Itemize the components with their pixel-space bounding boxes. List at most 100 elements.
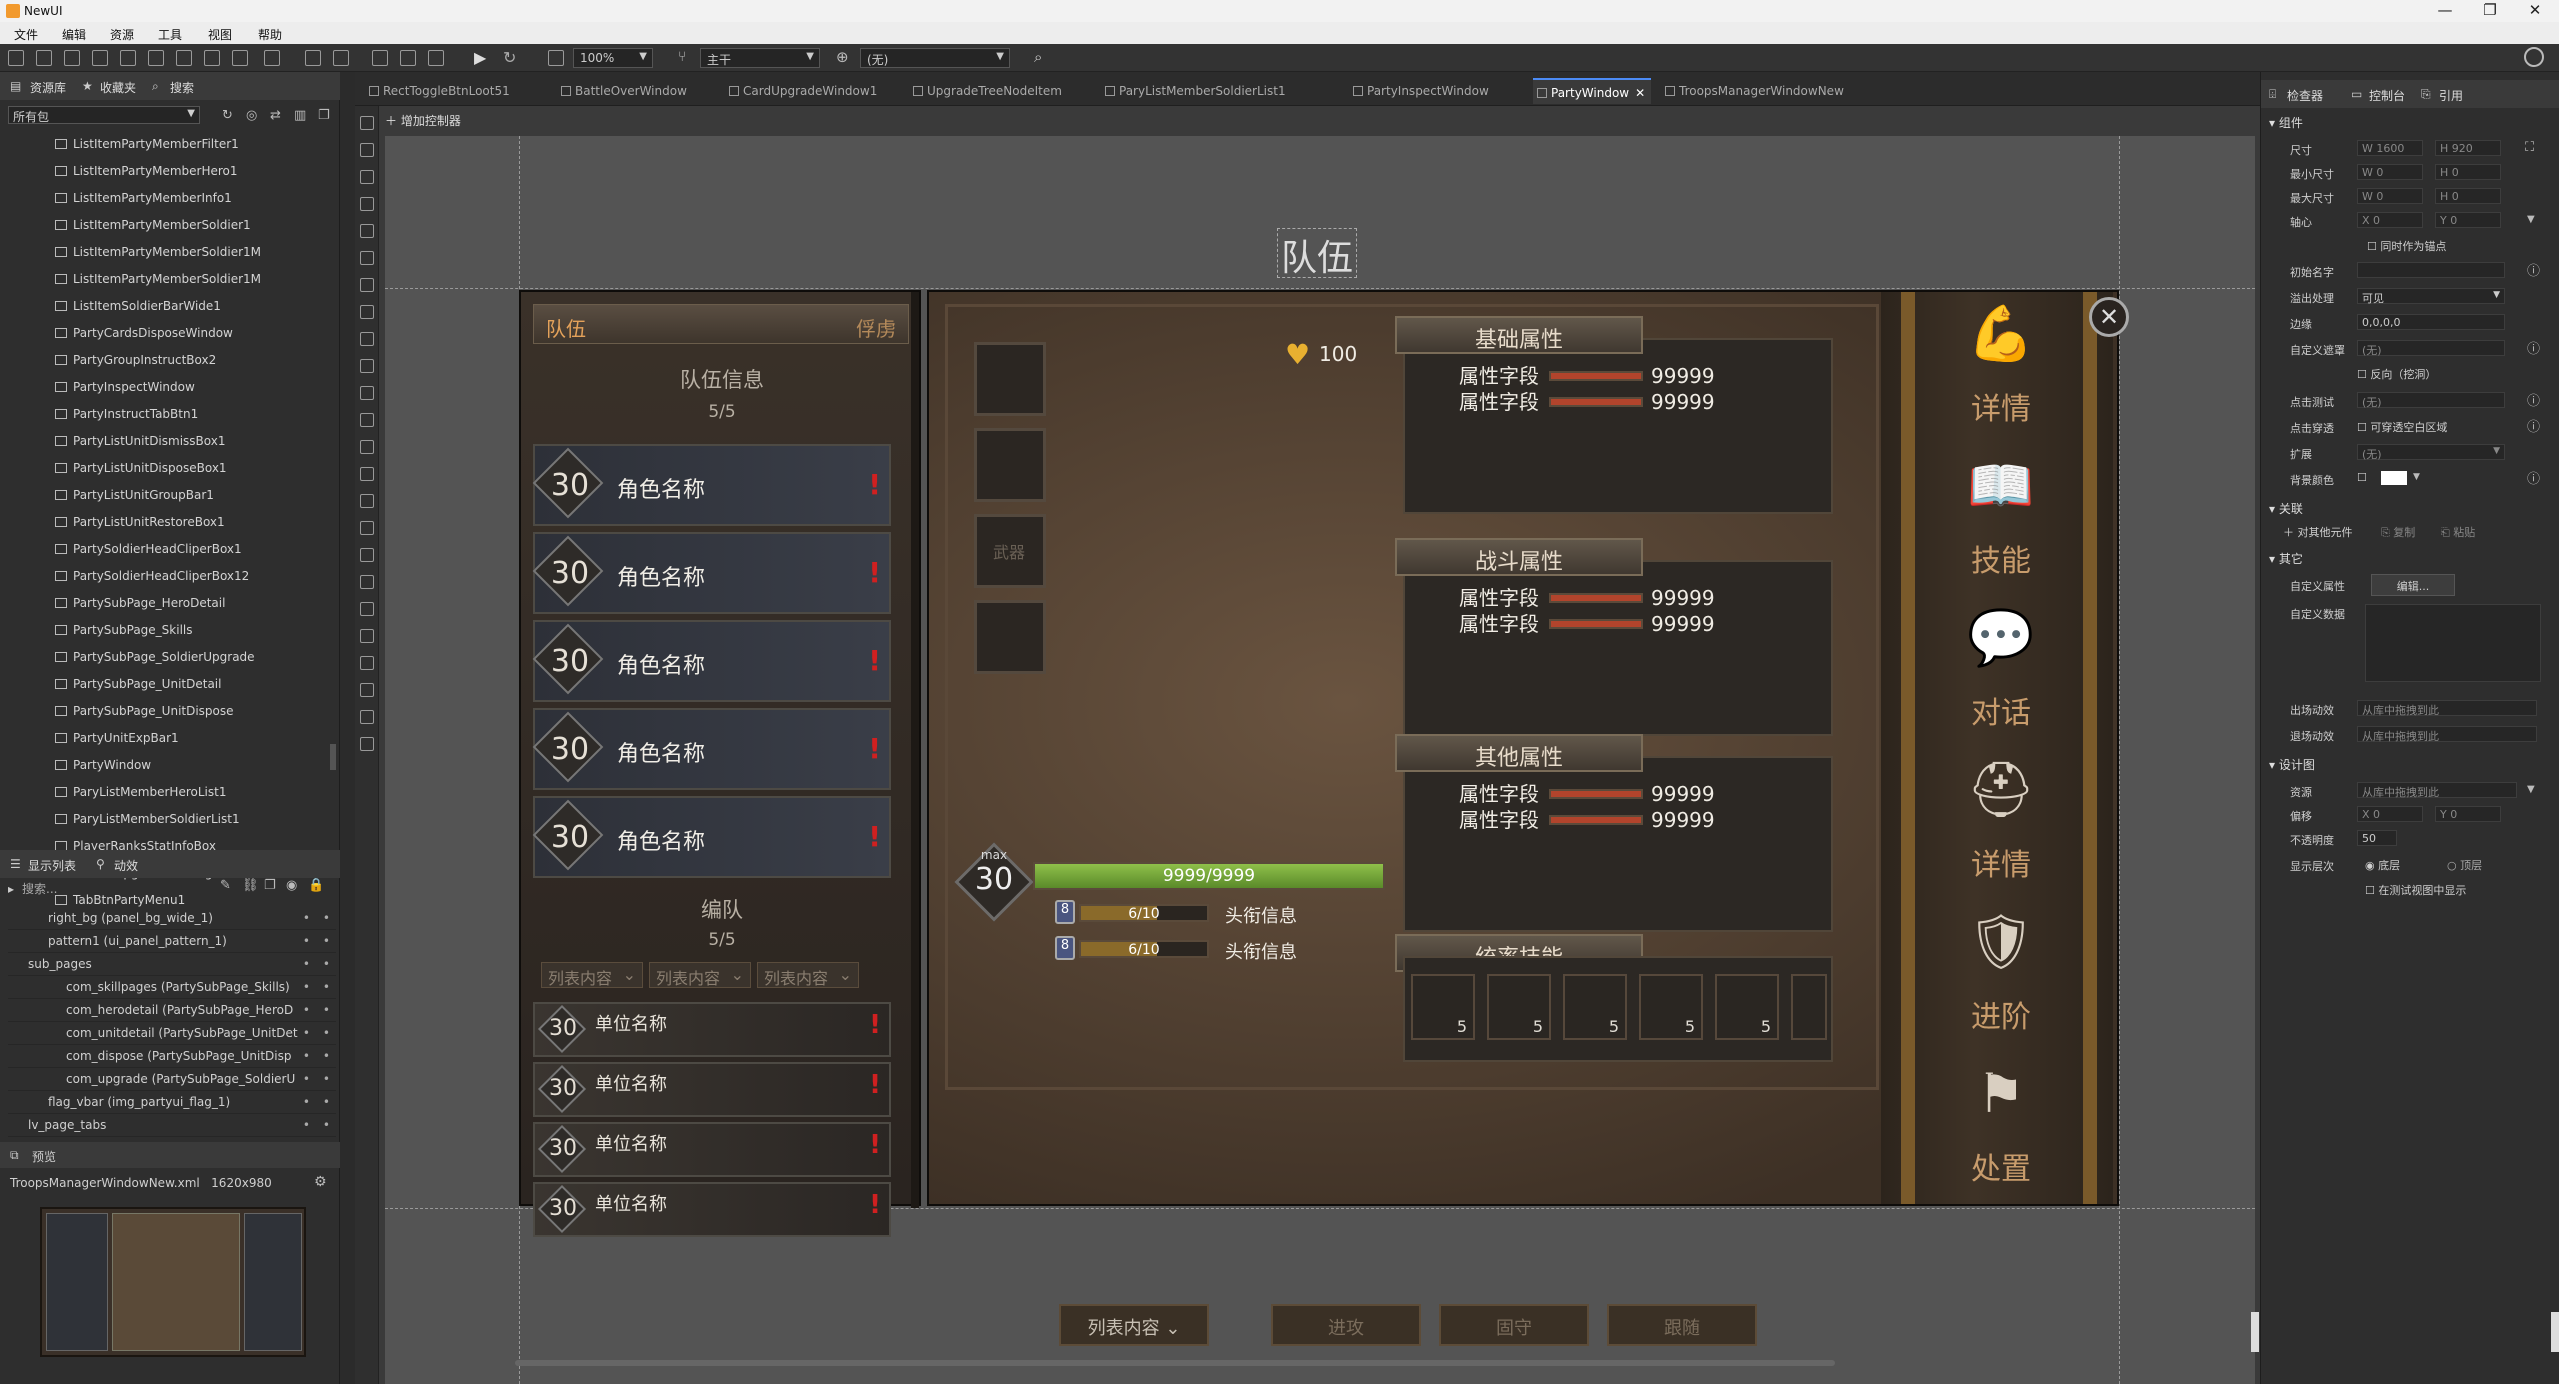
init-name-field[interactable] <box>2357 262 2505 278</box>
equip-slot-weapon[interactable]: 武器 <box>974 514 1046 588</box>
member-card[interactable]: 30 角色名称! <box>532 444 891 526</box>
side-button[interactable]: ⚑ 处置 <box>1931 1062 2071 1212</box>
publish-icon[interactable] <box>372 50 388 66</box>
save-icon[interactable] <box>305 50 321 66</box>
component-section[interactable]: ▾ 组件 <box>2269 114 2303 131</box>
tool-icon[interactable] <box>360 548 374 562</box>
offset-x-field[interactable]: X 0 <box>2357 806 2423 822</box>
new-combo-icon[interactable] <box>148 50 164 66</box>
tool-icon[interactable] <box>360 116 374 130</box>
max-width-field[interactable]: W 0 <box>2357 188 2423 204</box>
dot-icon[interactable]: • <box>303 1118 310 1132</box>
tab-display-list[interactable]: 显示列表 <box>28 857 76 874</box>
attack-button[interactable]: 进攻 <box>1271 1304 1421 1346</box>
dot-icon[interactable]: • <box>323 957 330 971</box>
member-card[interactable]: 30 角色名称! <box>532 796 891 878</box>
list-filter[interactable]: 列表内容 ⌄ <box>541 962 643 988</box>
user-avatar-icon[interactable] <box>2524 47 2544 67</box>
maximize-button[interactable]: ❐ <box>2470 1 2510 21</box>
menu-file[interactable]: 文件 <box>14 26 38 43</box>
zoom-select[interactable]: 100% ▼ <box>573 48 653 68</box>
side-button[interactable]: 💪 详情 <box>1931 302 2071 452</box>
tool-icon[interactable] <box>360 278 374 292</box>
dot-icon[interactable]: • <box>323 1118 330 1132</box>
dot-icon[interactable]: • <box>303 1095 310 1109</box>
doc-tab[interactable]: PartyInspectWindow <box>1349 78 1495 104</box>
equip-slot-4[interactable] <box>974 600 1046 674</box>
tree-item[interactable]: PartyCardsDisposeWindow <box>55 323 233 345</box>
paste-button[interactable]: ⎗ 粘贴 <box>2441 524 2475 540</box>
doc-tab[interactable]: RectToggleBtnLoot51 <box>365 78 516 104</box>
in-anim-field[interactable]: 从库中拖拽到此 <box>2357 700 2537 717</box>
bg-color-checkbox[interactable]: ☐ <box>2357 471 2367 484</box>
close-tab-icon[interactable]: ✕ <box>1635 86 1645 100</box>
equip-slot-1[interactable] <box>974 342 1046 416</box>
dot-icon[interactable]: • <box>303 957 310 971</box>
new-progress-icon[interactable] <box>176 50 192 66</box>
extension-select[interactable]: (无) ▼ <box>2357 444 2505 461</box>
doc-tab[interactable]: ParyListMemberSoldierList1 <box>1101 78 1292 104</box>
team-scrollbar[interactable] <box>911 292 919 1208</box>
locate-icon[interactable]: ◎ <box>246 108 257 123</box>
chevron-down-icon[interactable]: ▼ <box>2413 472 2420 482</box>
info-icon[interactable]: ⓘ <box>2527 390 2540 409</box>
tool-icon[interactable] <box>360 359 374 373</box>
design-section[interactable]: ▾ 设计图 <box>2269 756 2315 773</box>
show-in-test-checkbox[interactable]: ☐ 在测试视图中显示 <box>2365 882 2466 898</box>
new-list-icon[interactable] <box>232 50 248 66</box>
design-canvas[interactable]: 队伍 队伍 俘虏 队伍信息 5/5 30 角色名称! 30 角色名称! 30 角色名称! 3… <box>385 136 2255 1384</box>
publish-all-icon[interactable] <box>400 50 416 66</box>
tab-search[interactable]: 搜索 <box>170 79 194 96</box>
copy-button[interactable]: ⎘ 复制 <box>2381 524 2415 540</box>
expand-icon[interactable]: ⛶ <box>2525 140 2534 155</box>
display-list-item[interactable]: com_upgrade (PartySubPage_SoldierU • • <box>8 1069 336 1091</box>
tree-item[interactable]: PartySubPage_SoldierUpgrade <box>55 647 255 669</box>
new-scroll-icon[interactable] <box>264 50 280 66</box>
tool-icon[interactable] <box>360 251 374 265</box>
tool-icon[interactable] <box>360 143 374 157</box>
branch-select[interactable]: 主干 ▼ <box>700 48 820 68</box>
tree-item[interactable]: PartySubPage_HeroDetail <box>55 593 225 615</box>
publish-settings-icon[interactable] <box>428 50 444 66</box>
dot-icon[interactable]: • <box>303 1026 310 1040</box>
doc-tab[interactable]: BattleOverWindow <box>557 78 693 104</box>
member-card[interactable]: 30 角色名称! <box>532 620 891 702</box>
display-list-item[interactable]: com_herodetail (PartySubPage_HeroD • • <box>8 1000 336 1022</box>
prisoner-tab[interactable]: 俘虏 <box>856 313 896 342</box>
display-list-item[interactable]: flag_vbar (img_partyui_flag_1) • • <box>8 1092 336 1114</box>
save-all-icon[interactable] <box>333 50 349 66</box>
tree-item[interactable]: PartyUnitExpBar1 <box>55 728 179 750</box>
tool-icon[interactable] <box>360 602 374 616</box>
tab-library[interactable]: 资源库 <box>30 79 66 96</box>
min-height-field[interactable]: H 0 <box>2435 164 2501 180</box>
list-filter[interactable]: 列表内容 ⌄ <box>649 962 751 988</box>
member-card[interactable]: 30 角色名称! <box>532 532 891 614</box>
skill-slot[interactable]: 5 <box>1715 974 1779 1040</box>
pivot-x-field[interactable]: X 0 <box>2357 212 2423 228</box>
team-tab[interactable]: 队伍 <box>546 313 586 342</box>
dot-icon[interactable]: • <box>303 1003 310 1017</box>
menu-edit[interactable]: 编辑 <box>62 26 86 43</box>
lock-icon[interactable]: 🔒 <box>308 878 324 893</box>
tree-scrollbar[interactable] <box>330 744 336 770</box>
pass-through-checkbox[interactable]: ☐ 可穿透空白区域 <box>2357 419 2447 435</box>
tree-item[interactable]: ListItemPartyMemberSoldier1 <box>55 215 251 237</box>
tree-item[interactable]: PartyListUnitDismissBox1 <box>55 431 226 453</box>
tree-item[interactable]: PartySoldierHeadCliperBox12 <box>55 566 249 588</box>
tool-icon[interactable] <box>360 224 374 238</box>
tool-icon[interactable] <box>360 197 374 211</box>
tool-icon[interactable] <box>360 467 374 481</box>
dot-icon[interactable]: • <box>323 1003 330 1017</box>
refresh-icon[interactable]: ↻ <box>503 48 516 67</box>
pencil-icon[interactable]: ✎ <box>220 878 231 893</box>
tree-item[interactable]: PartyInspectWindow <box>55 377 195 399</box>
layer-top-radio[interactable]: ○ 顶层 <box>2447 857 2482 873</box>
menu-tools[interactable]: 工具 <box>158 26 182 43</box>
side-button[interactable]: 💬 对话 <box>1931 606 2071 756</box>
tree-item[interactable]: ListItemPartyMemberSoldier1M <box>55 242 261 264</box>
refresh-icon[interactable]: ↻ <box>222 108 233 123</box>
new-package-icon[interactable] <box>8 50 24 66</box>
side-button[interactable]: 🛡 进阶 <box>1931 910 2071 1060</box>
tree-item[interactable]: ListItemPartyMemberSoldier1M <box>55 269 261 291</box>
dot-icon[interactable]: • <box>323 934 330 948</box>
